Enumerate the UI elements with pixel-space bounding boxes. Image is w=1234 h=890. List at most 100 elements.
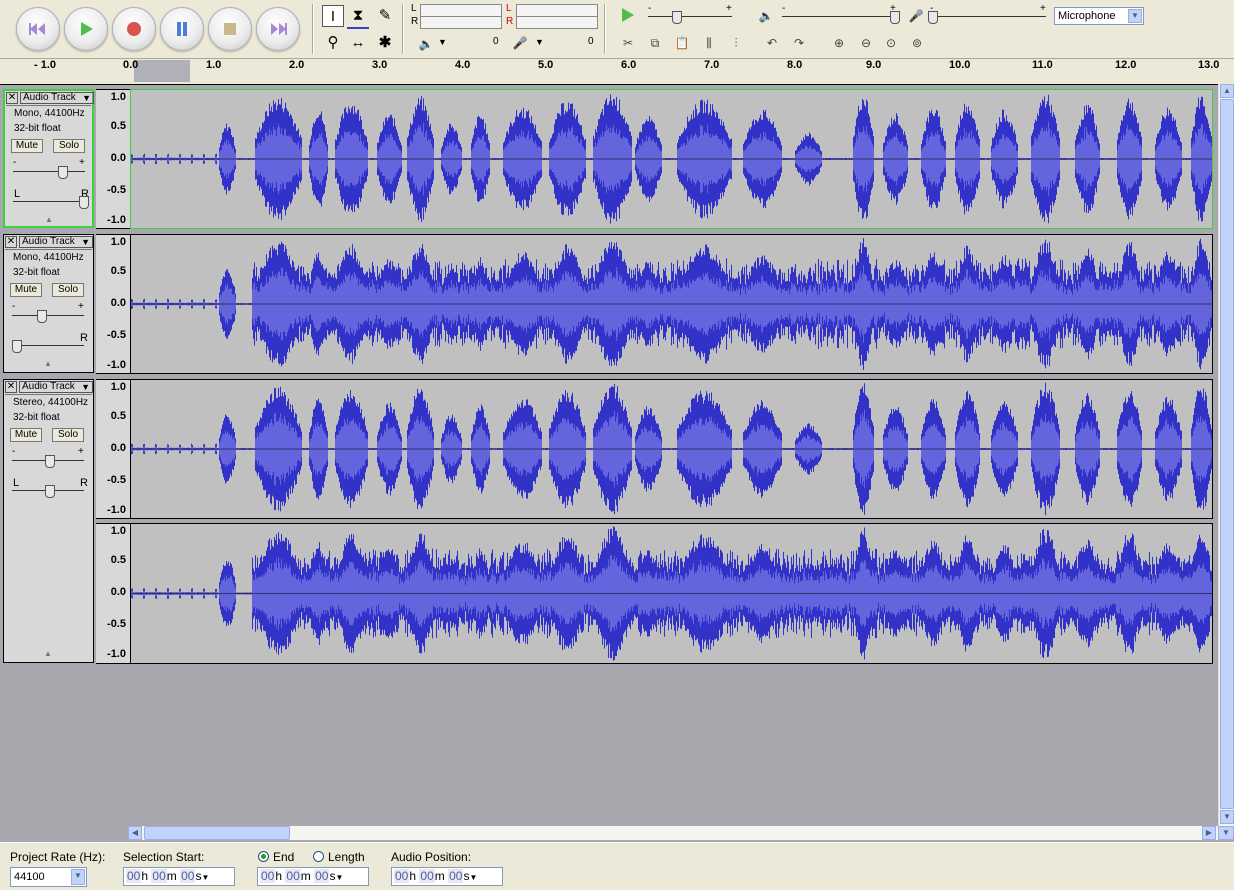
collapse-track-icon[interactable]: ▲ [44,359,52,368]
chevron-down-icon[interactable]: ▼ [335,873,343,882]
play-button[interactable] [64,7,108,51]
chevron-down-icon[interactable]: ▼ [438,37,447,47]
waveform-display[interactable] [130,89,1213,229]
copy-icon[interactable]: ⧉ [645,33,665,53]
chevron-down-icon[interactable]: ▼ [201,873,209,882]
selection-end-time[interactable]: 00h 00m 00s▼ [257,867,369,886]
audio-track-3-stereo: ✕ Audio Track ▼ Stereo, 44100Hz 32-bit fl… [3,379,1213,664]
speaker-icon[interactable]: 🔈 [416,34,436,54]
pause-button[interactable] [160,7,204,51]
horizontal-scrollbar[interactable]: ◀ ▶ [128,826,1218,840]
scroll-left-button[interactable]: ◀ [128,826,142,840]
selection-start-time[interactable]: 00h 00m 00s▼ [123,867,235,886]
output-slider-thumb[interactable] [890,11,900,24]
speed-slider-thumb[interactable] [672,11,682,24]
length-radio[interactable] [313,851,324,862]
gain-slider-thumb[interactable] [37,310,48,323]
collapse-track-icon[interactable]: ▲ [44,649,52,658]
unit-h: h [409,869,417,883]
zoom-tool[interactable]: ⚲ [322,32,344,54]
audio-track-2: ✕ Audio Track ▼ Mono, 44100Hz 32-bit floa… [3,234,1213,374]
waveform-display[interactable] [130,234,1213,374]
multi-tool[interactable]: ✱ [374,32,396,54]
unit-m: m [300,869,311,883]
skip-to-end-button[interactable] [256,7,300,51]
gain-slider-thumb[interactable] [57,166,68,179]
gain-slider-thumb[interactable] [45,455,55,468]
selection-tool[interactable]: I [322,5,344,27]
waveform-display-right-channel[interactable] [130,523,1213,664]
audio-position-time[interactable]: 00h 00m 00s▼ [391,867,503,886]
scroll-up-button[interactable]: ▲ [1220,84,1234,98]
gain-minus-label: - [13,157,17,168]
input-slider-thumb[interactable] [928,11,938,24]
close-track-button[interactable]: ✕ [5,381,17,393]
pan-slider-thumb[interactable] [79,196,89,209]
track-name-menu[interactable]: Audio Track ▼ [20,92,94,104]
track-control-panel[interactable]: ✕ Audio Track ▼ Mono, 44100Hz 32-bit floa… [3,89,94,228]
scroll-right-button[interactable]: ▶ [1202,826,1216,840]
fit-selection-icon[interactable]: ⊙ [881,33,901,53]
timeline-ruler[interactable]: - 1.0 0.0 1.0 2.0 3.0 4.0 5.0 6.0 7.0 8.… [0,59,1234,85]
solo-button[interactable]: Solo [53,139,85,153]
trim-icon[interactable]: ⫼ [699,33,719,53]
mute-button[interactable]: Mute [11,139,43,153]
skip-end-icon [271,23,287,35]
paste-icon[interactable]: 📋 [672,33,692,53]
track-control-panel[interactable]: ✕ Audio Track ▼ Mono, 44100Hz 32-bit floa… [3,234,94,373]
gain-plus-label: + [78,301,84,312]
ruler-tick: 13.0 [1198,59,1220,71]
stop-button[interactable] [208,7,252,51]
microphone-icon[interactable]: 🎤 [510,33,530,53]
solo-button[interactable]: Solo [52,428,84,442]
mute-button[interactable]: Mute [10,283,42,297]
selection-start-label: Selection Start: [123,850,205,864]
scale-label: 1.0 [110,381,126,393]
audio-track-1: ✕ Audio Track ▼ Mono, 44100Hz 32-bit floa… [3,89,1213,229]
skip-to-start-button[interactable] [16,7,60,51]
playback-meter-value: 0 [493,36,499,47]
horizontal-scroll-thumb[interactable] [144,826,290,840]
record-button[interactable] [112,7,156,51]
scroll-down-button[interactable]: ▼ [1220,810,1234,824]
track-name-menu[interactable]: Audio Track ▼ [19,236,93,248]
cursor-i-beam-icon: I [330,8,336,25]
collapse-track-icon[interactable]: ▲ [45,215,53,224]
envelope-tool[interactable]: ⧗ [347,5,369,29]
vertical-scrollbar[interactable]: ▲ ▼ [1218,84,1234,826]
project-rate-select[interactable]: 44100 ▼ [10,867,87,887]
time-shift-tool[interactable]: ↔ [347,32,369,54]
chevron-down-icon[interactable]: ▼ [469,873,477,882]
time-minutes: 00 [285,869,301,883]
record-meter-value: 0 [588,36,594,47]
scale-label: 0.0 [110,152,126,164]
close-track-button[interactable]: ✕ [6,92,18,104]
play-at-speed-icon[interactable] [620,7,636,23]
track-name: Audio Track [22,381,75,392]
close-track-button[interactable]: ✕ [5,236,17,248]
draw-tool[interactable]: ✎ [374,5,396,27]
input-source-select[interactable]: Microphone ▼ [1054,7,1144,25]
scale-label: -1.0 [107,504,126,516]
scroll-corner-down-button[interactable]: ▼ [1218,826,1234,840]
waveform-display-left-channel[interactable] [130,379,1213,519]
solo-button[interactable]: Solo [52,283,84,297]
mute-button[interactable]: Mute [10,428,42,442]
pan-slider-thumb[interactable] [45,485,55,498]
zoom-in-icon[interactable]: ⊕ [829,33,849,53]
undo-icon[interactable]: ↶ [762,33,782,53]
magnifier-icon: ⚲ [327,34,339,51]
silence-icon[interactable]: ⫶ [726,33,746,53]
cut-icon[interactable]: ✂ [618,33,638,53]
fit-project-icon[interactable]: ⊚ [907,33,927,53]
ruler-tick: 4.0 [455,59,471,71]
pan-slider-thumb[interactable] [12,340,22,353]
track-control-panel[interactable]: ✕ Audio Track ▼ Stereo, 44100Hz 32-bit fl… [3,379,94,663]
zoom-out-icon[interactable]: ⊖ [856,33,876,53]
chevron-down-icon[interactable]: ▼ [535,37,544,47]
record-meter-right[interactable] [516,16,598,29]
redo-icon[interactable]: ↷ [789,33,809,53]
vertical-scroll-thumb[interactable] [1220,99,1234,809]
end-radio[interactable] [258,851,269,862]
track-name-menu[interactable]: Audio Track ▼ [19,381,93,393]
